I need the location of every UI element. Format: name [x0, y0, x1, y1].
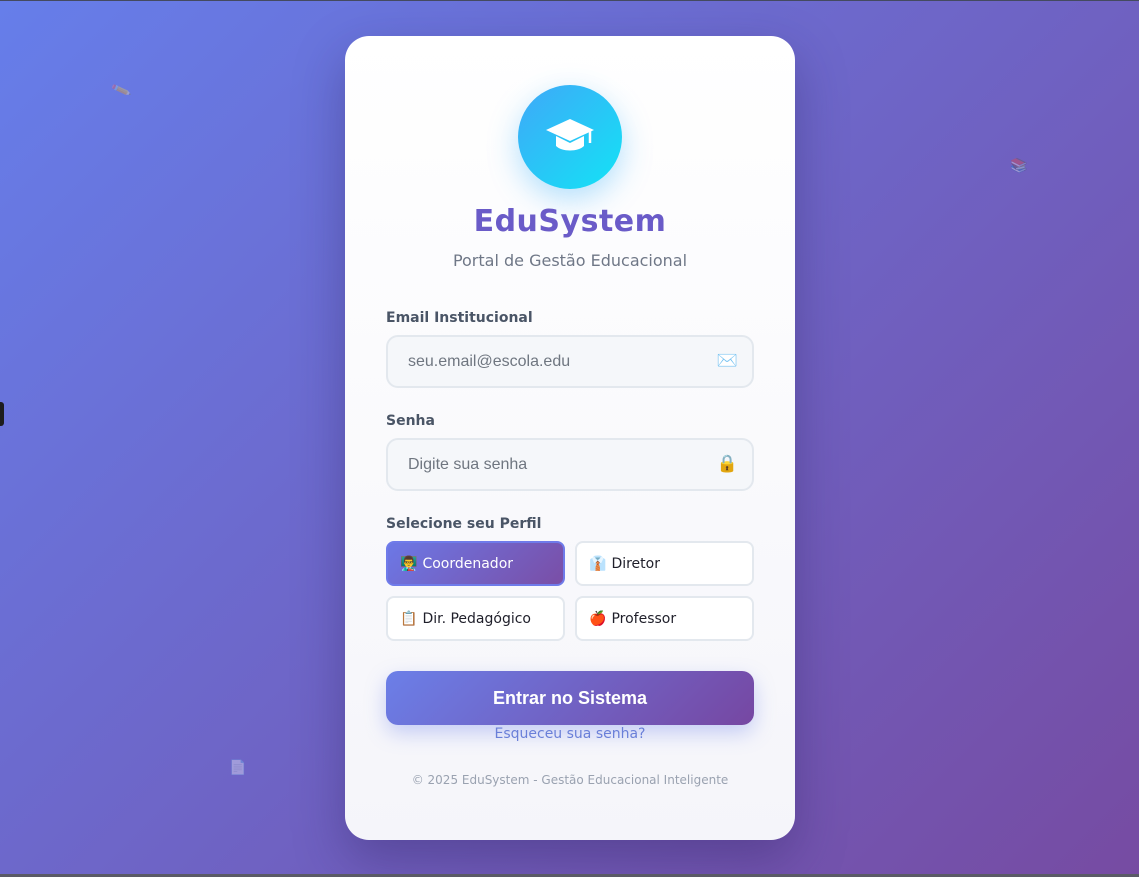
role-option-diretor[interactable]: 👔 Diretor [575, 541, 754, 586]
necktie-icon: 👔 [589, 555, 607, 572]
floating-book-icon: 📚 [1010, 158, 1028, 174]
role-option-label: Coordenador [422, 555, 514, 572]
teacher-icon: 👨‍🏫 [400, 555, 418, 572]
role-option-coordenador[interactable]: 👨‍🏫 Coordenador [386, 541, 565, 586]
email-input[interactable] [388, 337, 752, 386]
apple-icon: 🍎 [589, 610, 607, 627]
role-label: Selecione seu Perfil [386, 516, 542, 532]
logo-badge [518, 85, 622, 189]
role-option-dir-pedagogico[interactable]: 📋 Dir. Pedagógico [386, 596, 565, 641]
graduation-cap-icon [546, 119, 594, 151]
role-option-professor[interactable]: 🍎 Professor [575, 596, 754, 641]
role-option-label: Professor [611, 610, 677, 627]
edge-handle[interactable] [0, 402, 4, 426]
brand-title: EduSystem [473, 204, 667, 239]
brand-tagline: Portal de Gestão Educacional [452, 251, 688, 270]
password-label: Senha [386, 413, 435, 429]
role-option-label: Diretor [611, 555, 660, 572]
floating-pencil-icon: ✏️ [110, 80, 133, 102]
password-input[interactable] [388, 440, 752, 489]
email-label: Email Institucional [386, 310, 533, 326]
window-top-border [0, 0, 1139, 1]
login-submit-button[interactable]: Entrar no Sistema [386, 671, 754, 725]
forgot-password-link[interactable]: Esqueceu sua senha? [345, 726, 795, 742]
password-field-wrapper: 🔒 [386, 438, 754, 491]
role-option-label: Dir. Pedagógico [422, 610, 531, 627]
email-field-wrapper: ✉️ [386, 335, 754, 388]
envelope-icon: ✉️ [716, 351, 738, 371]
footer-copyright: © 2025 EduSystem - Gestão Educacional In… [411, 773, 729, 787]
floating-document-icon: 📄 [229, 760, 247, 776]
lock-icon: 🔒 [716, 454, 738, 474]
login-card: EduSystem Portal de Gestão Educacional E… [345, 36, 795, 840]
clipboard-icon: 📋 [400, 610, 418, 627]
